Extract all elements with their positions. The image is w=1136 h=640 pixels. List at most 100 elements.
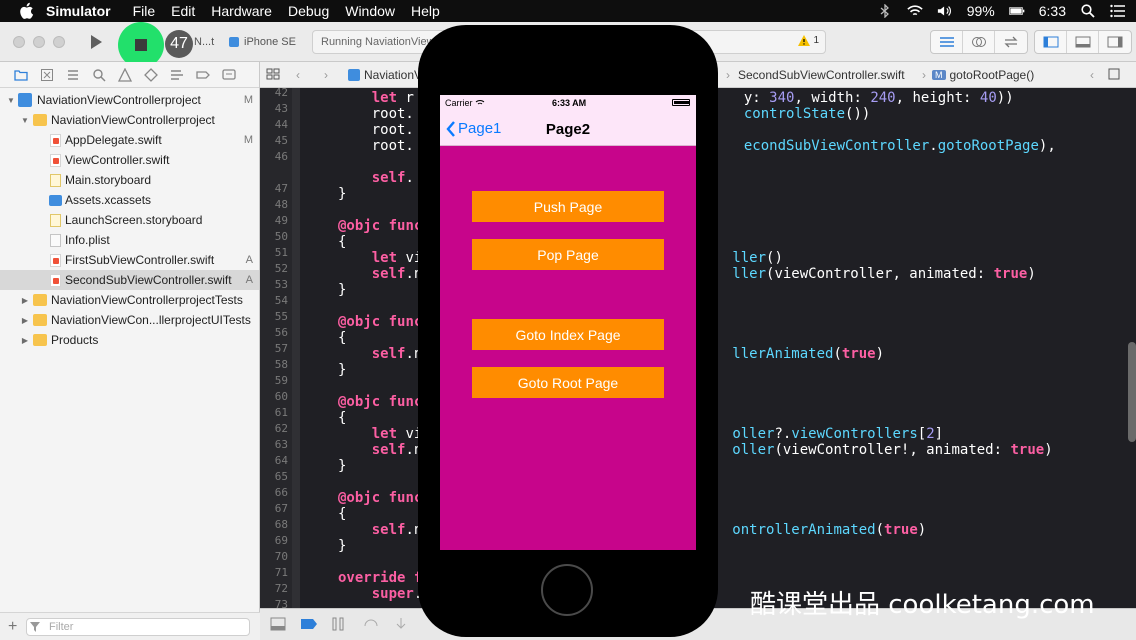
- menu-hardware[interactable]: Hardware: [211, 3, 272, 19]
- breakpoint-tab-icon[interactable]: [196, 68, 210, 82]
- tree-row-project[interactable]: ▼ NaviationViewControllerproject M: [0, 90, 259, 110]
- breakpoints-toggle-icon[interactable]: [300, 617, 317, 631]
- step-over-icon[interactable]: [364, 617, 380, 631]
- scm-status-badge: A: [245, 254, 253, 266]
- simulator-screen[interactable]: Carrier 6:33 AM Page1 Page2 Push Page Po…: [440, 95, 696, 550]
- add-file-icon[interactable]: +: [8, 618, 17, 636]
- toggle-navigator-button[interactable]: [1035, 31, 1067, 53]
- run-button[interactable]: [82, 30, 110, 54]
- line-number: 66: [274, 486, 288, 499]
- volume-icon[interactable]: [937, 3, 953, 19]
- tree-row-group[interactable]: ▼ NaviationViewControllerproject: [0, 110, 259, 130]
- line-number: 72: [274, 582, 288, 595]
- disclosure-open-icon[interactable]: ▼: [6, 95, 16, 105]
- debug-tab-icon[interactable]: [170, 68, 184, 82]
- tree-row-file[interactable]: Info.plist: [0, 230, 259, 250]
- code-line: @objc func: [338, 490, 423, 506]
- push-page-button[interactable]: Push Page: [472, 191, 664, 222]
- scm-status-badge: A: [245, 274, 253, 286]
- symbol-tab-icon[interactable]: [66, 68, 80, 82]
- line-number: 48: [274, 198, 288, 211]
- menu-file[interactable]: File: [133, 3, 156, 19]
- tree-label: NaviationViewControllerproject: [51, 113, 215, 127]
- disclosure-closed-icon[interactable]: ▶: [20, 335, 30, 345]
- tree-row-file[interactable]: LaunchScreen.storyboard: [0, 210, 259, 230]
- menu-window[interactable]: Window: [345, 3, 395, 19]
- disclosure-closed-icon[interactable]: ▶: [20, 295, 30, 305]
- code-line: @objc func: [338, 314, 423, 330]
- version-editor-button[interactable]: [995, 31, 1027, 53]
- goto-root-page-button[interactable]: Goto Root Page: [472, 367, 664, 398]
- bluetooth-icon[interactable]: [877, 3, 893, 19]
- disclosure-closed-icon[interactable]: ▶: [20, 315, 30, 325]
- disclosure-open-icon[interactable]: ▼: [20, 115, 30, 125]
- line-number: 71: [274, 566, 288, 579]
- report-tab-icon[interactable]: [222, 68, 236, 82]
- previous-issue-icon[interactable]: ‹: [1090, 68, 1094, 82]
- toggle-debug-area-button[interactable]: [1067, 31, 1099, 53]
- pause-icon[interactable]: [332, 617, 348, 631]
- xcode-project-icon: [348, 69, 360, 81]
- menu-help[interactable]: Help: [411, 3, 440, 19]
- standard-editor-button[interactable]: [931, 31, 963, 53]
- tree-row-group[interactable]: ▶ Products: [0, 330, 259, 350]
- chevron-right-icon: ›: [726, 68, 730, 82]
- step-into-icon[interactable]: [394, 617, 410, 631]
- folder-tab-icon[interactable]: [14, 68, 28, 82]
- test-tab-icon[interactable]: [144, 67, 158, 82]
- jump-project-item[interactable]: NaviationV: [348, 68, 422, 82]
- tree-row-group[interactable]: ▶ NaviationViewCon...llerprojectUITests: [0, 310, 259, 330]
- line-number: 54: [274, 294, 288, 307]
- line-number: 44: [274, 118, 288, 131]
- tree-row-file[interactable]: FirstSubViewController.swift A: [0, 250, 259, 270]
- filter-icon: [30, 622, 40, 632]
- editor-scrollbar[interactable]: [1128, 342, 1136, 442]
- wifi-icon[interactable]: [907, 3, 923, 19]
- battery-icon[interactable]: [1008, 3, 1025, 19]
- window-zoom-button[interactable]: [53, 36, 65, 48]
- home-button[interactable]: [541, 564, 593, 616]
- hide-debug-area-icon[interactable]: [270, 617, 286, 631]
- tree-row-group[interactable]: ▶ NaviationViewControllerprojectTests: [0, 290, 259, 310]
- notification-center-icon[interactable]: [1110, 3, 1126, 19]
- find-tab-icon[interactable]: [92, 68, 106, 82]
- assistant-editor-button[interactable]: [963, 31, 995, 53]
- apple-icon[interactable]: [18, 2, 36, 20]
- source-control-tab-icon[interactable]: [40, 68, 54, 82]
- code-line: }: [338, 458, 347, 474]
- code-line: }: [338, 362, 347, 378]
- warning-count: 1: [813, 35, 819, 46]
- menubar-clock[interactable]: 6:33: [1039, 3, 1066, 19]
- menu-debug[interactable]: Debug: [288, 3, 329, 19]
- menu-app-name[interactable]: Simulator: [46, 3, 111, 19]
- add-editor-icon[interactable]: [1108, 68, 1120, 80]
- tree-row-file-selected[interactable]: SecondSubViewController.swift A: [0, 270, 259, 290]
- issue-tab-icon[interactable]: [118, 67, 132, 82]
- related-items-icon[interactable]: [266, 68, 280, 80]
- menu-edit[interactable]: Edit: [171, 3, 195, 19]
- navigator-filter-input[interactable]: Filter: [26, 618, 250, 636]
- window-minimize-button[interactable]: [33, 36, 45, 48]
- battery-percent: 99%: [966, 3, 995, 19]
- tree-label: Products: [51, 333, 99, 347]
- goto-index-page-button[interactable]: Goto Index Page: [472, 319, 664, 350]
- tree-row-file[interactable]: Main.storyboard: [0, 170, 259, 190]
- pop-page-button[interactable]: Pop Page: [472, 239, 664, 270]
- code-folding-ribbon[interactable]: [292, 88, 300, 608]
- spotlight-search-icon[interactable]: [1080, 3, 1096, 19]
- back-arrow-icon[interactable]: ‹: [296, 68, 300, 82]
- tree-row-file[interactable]: ViewController.swift: [0, 150, 259, 170]
- jump-project-label: NaviationV: [364, 68, 423, 82]
- toggle-utilities-button[interactable]: [1099, 31, 1131, 53]
- tree-row-file[interactable]: AppDelegate.swift M: [0, 130, 259, 150]
- tree-row-file[interactable]: Assets.xcassets: [0, 190, 259, 210]
- line-number: 58: [274, 358, 288, 371]
- jump-file-item[interactable]: SecondSubViewController.swift: [738, 68, 905, 82]
- warning-indicator[interactable]: 1: [798, 35, 819, 46]
- scheme-selector[interactable]: N...t: [194, 36, 214, 48]
- device-selector[interactable]: iPhone SE: [228, 36, 296, 48]
- jump-method-item[interactable]: M gotoRootPage(): [932, 68, 1034, 82]
- forward-arrow-icon[interactable]: ›: [324, 68, 328, 82]
- scm-status-badge: M: [243, 134, 253, 146]
- window-close-button[interactable]: [13, 36, 25, 48]
